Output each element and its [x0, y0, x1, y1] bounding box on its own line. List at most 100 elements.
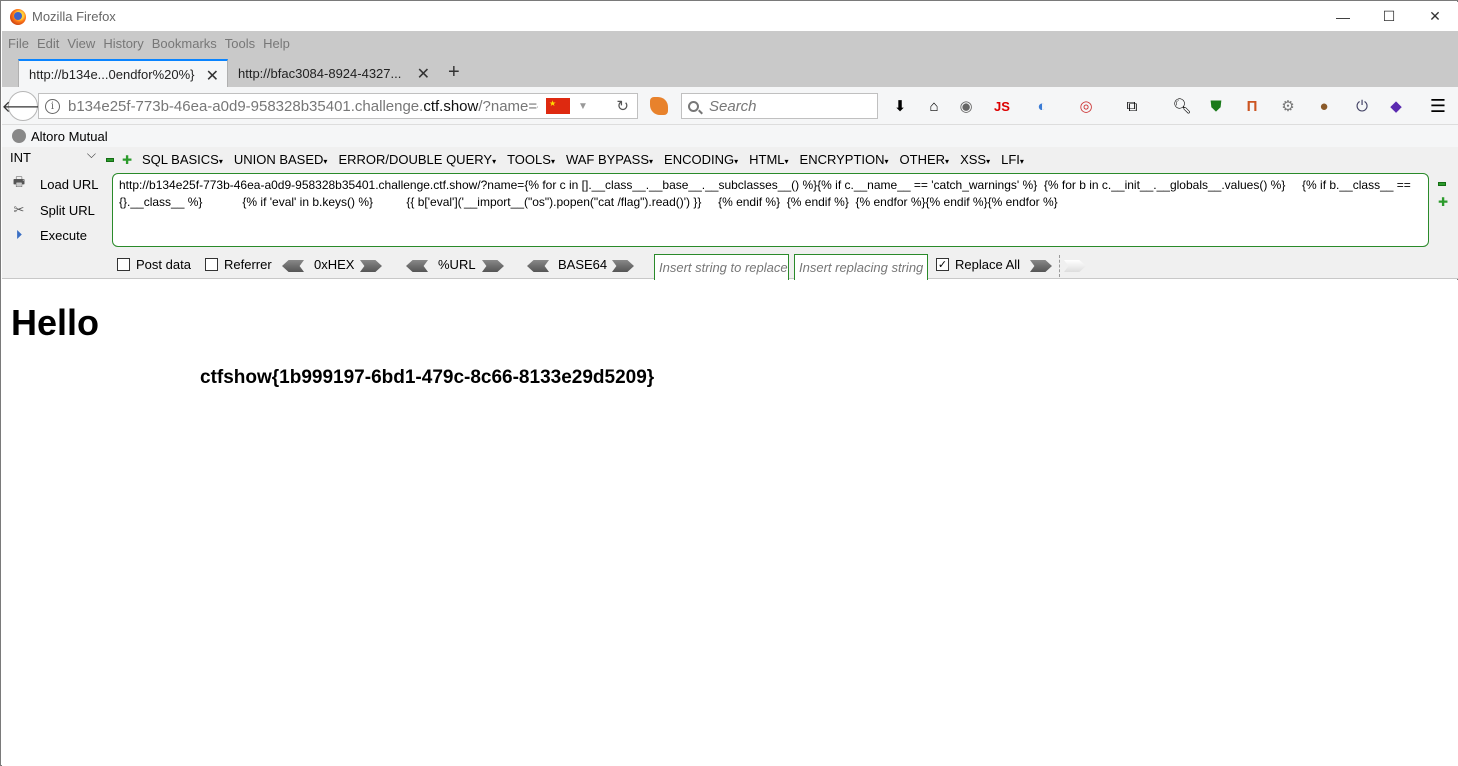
screenshot-icon[interactable]: ⧉	[1122, 96, 1142, 116]
url-textarea[interactable]: http://b134e25f-773b-46ea-a0d9-958328b35…	[112, 173, 1429, 247]
load-url-icon: 🖶	[12, 174, 26, 189]
bookmark-altoro-mutual[interactable]: Altoro Mutual	[31, 129, 108, 144]
menu-encoding[interactable]: ENCODING	[664, 152, 738, 167]
hex-encode-arrow-icon[interactable]	[360, 260, 382, 272]
replacing-string-input[interactable]: Insert replacing string	[794, 254, 928, 281]
replace-all-checkbox[interactable]: ✓ Replace All	[936, 257, 1020, 272]
menu-edit[interactable]: Edit	[37, 36, 59, 51]
menu-help[interactable]: Help	[263, 36, 290, 51]
replace-arrow-icon[interactable]	[1030, 260, 1052, 272]
menu-history[interactable]: History	[103, 36, 143, 51]
url-bar[interactable]: i b134e25f-773b-46ea-a0d9-958328b35401.c…	[38, 93, 638, 119]
zoom-icon[interactable]: 🔍︎	[1172, 96, 1192, 116]
window-controls: — ☐ ✕	[1320, 2, 1458, 31]
base64-label: BASE64	[558, 257, 608, 272]
download-icon[interactable]: ⬇	[890, 96, 910, 116]
tab-label: http://b134e...0endfor%20%}	[29, 66, 195, 82]
wappalyzer-icon[interactable]: ◎	[1076, 96, 1096, 116]
gear-icon[interactable]: ⚙	[1278, 96, 1298, 116]
off-addon-icon[interactable]: ⏻	[1352, 96, 1372, 116]
menu-bookmarks[interactable]: Bookmarks	[152, 36, 217, 51]
dropdown-arrow-icon[interactable]: ▼	[578, 101, 588, 112]
int-select[interactable]: INT	[10, 147, 100, 168]
cookie-icon[interactable]: ●	[1314, 96, 1334, 116]
url-domain: ctf.show	[423, 97, 479, 115]
expand-icon[interactable]: ✚	[1438, 196, 1448, 208]
split-url-button[interactable]: ✂ Split URL	[10, 202, 100, 218]
base64-encode-arrow-icon[interactable]	[612, 260, 634, 272]
close-tab-icon[interactable]: ✕	[417, 64, 430, 84]
replace-string-input[interactable]: Insert string to replace	[654, 254, 789, 281]
hex-decode-arrow-icon[interactable]	[282, 260, 304, 272]
fox-addon-icon[interactable]	[650, 97, 668, 115]
post-data-label: Post data	[136, 257, 191, 272]
site-info-icon[interactable]: i	[45, 98, 60, 114]
menu-error-double-query[interactable]: ERROR/DOUBLE QUERY	[338, 152, 496, 167]
maximize-button[interactable]: ☐	[1366, 2, 1412, 31]
minimize-button[interactable]: —	[1320, 2, 1366, 31]
execute-label: Execute	[40, 227, 87, 243]
checkbox-box[interactable]	[117, 258, 130, 271]
divider	[1059, 255, 1060, 277]
menu-tools[interactable]: TOOLS	[507, 152, 555, 167]
load-url-button[interactable]: 🖶 Load URL	[10, 174, 100, 192]
close-window-button[interactable]: ✕	[1412, 2, 1458, 31]
page-content: Hello ctfshow{1b999197-6bd1-479c-8c66-81…	[2, 280, 1458, 766]
minus-icon[interactable]	[106, 158, 114, 162]
js-toggle-icon[interactable]: JS	[992, 96, 1012, 116]
base64-decode-arrow-icon[interactable]	[527, 260, 549, 272]
post-data-checkbox[interactable]: Post data	[117, 257, 191, 272]
menu-tools[interactable]: Tools	[225, 36, 255, 51]
china-flag-icon	[546, 98, 570, 114]
home-icon[interactable]: ⌂	[924, 96, 944, 116]
referrer-checkbox[interactable]: Referrer	[205, 257, 272, 272]
tab-active[interactable]: http://b134e...0endfor%20%} ✕	[18, 59, 228, 87]
hamburger-menu-icon[interactable]: ☰	[1428, 96, 1448, 116]
globe-icon	[12, 129, 26, 143]
url-decode-arrow-icon[interactable]	[406, 260, 428, 272]
menu-file[interactable]: File	[8, 36, 29, 51]
menu-other[interactable]: OTHER	[900, 152, 950, 167]
url-prefix: b134e25f-773b-46ea-a0d9-958328b35401.cha…	[68, 97, 424, 115]
shield-icon[interactable]: ⛊	[1206, 96, 1226, 116]
menu-bar: File Edit View History Bookmarks Tools H…	[2, 31, 1458, 55]
referrer-label: Referrer	[224, 257, 272, 272]
menu-lfi[interactable]: LFI	[1001, 152, 1024, 167]
bookmarks-bar: Altoro Mutual	[2, 125, 1458, 147]
tab-inactive[interactable]: http://bfac3084-8924-4327... ✕	[228, 59, 438, 87]
url-text[interactable]: b134e25f-773b-46ea-a0d9-958328b35401.cha…	[68, 98, 538, 115]
browser-window: Mozilla Firefox — ☐ ✕ File Edit View His…	[0, 0, 1458, 766]
proxy-icon[interactable]: ◐	[1032, 96, 1052, 116]
shrink-icon[interactable]	[1438, 182, 1446, 186]
close-tab-icon[interactable]: ✕	[206, 66, 219, 86]
replace-next-arrow-icon[interactable]	[1064, 260, 1086, 272]
hex-label: 0xHEX	[314, 257, 355, 272]
back-button[interactable]: 🡐	[2, 91, 44, 121]
menu-sql-basics[interactable]: SQL BASICS	[142, 152, 223, 167]
menu-html[interactable]: HTML	[749, 152, 788, 167]
menu-view[interactable]: View	[67, 36, 95, 51]
search-box[interactable]: Search	[681, 93, 878, 119]
hackbar-menu: SQL BASICS UNION BASED ERROR/DOUBLE QUER…	[142, 152, 1035, 167]
execute-button[interactable]: ⏵ Execute	[10, 227, 100, 243]
search-icon	[688, 100, 699, 112]
nav-toolbar: 🡐 i b134e25f-773b-46ea-a0d9-958328b35401…	[2, 87, 1458, 125]
plus-icon[interactable]: ✚	[122, 154, 132, 166]
replace-all-label: Replace All	[955, 257, 1021, 272]
checkmark-icon[interactable]: ✓	[936, 258, 949, 271]
user-agent-icon[interactable]: ◉	[956, 96, 976, 116]
menu-xss[interactable]: XSS	[960, 152, 990, 167]
hackbar-options: Post data Referrer 0xHEX %URL BASE64 Ins…	[2, 251, 1458, 281]
scissors-icon: ✂	[13, 202, 25, 217]
menu-waf-bypass[interactable]: WAF BYPASS	[566, 152, 653, 167]
url-label: %URL	[438, 257, 476, 272]
reload-icon[interactable]: ↻	[616, 97, 629, 115]
layers-icon[interactable]: ◆	[1386, 96, 1406, 116]
color-addon-icon[interactable]: П	[1242, 96, 1262, 116]
checkbox-box[interactable]	[205, 258, 218, 271]
search-placeholder: Search	[709, 97, 757, 115]
new-tab-button[interactable]: +	[448, 61, 460, 84]
menu-encryption[interactable]: ENCRYPTION	[800, 152, 889, 167]
menu-union-based[interactable]: UNION BASED	[234, 152, 328, 167]
url-encode-arrow-icon[interactable]	[482, 260, 504, 272]
